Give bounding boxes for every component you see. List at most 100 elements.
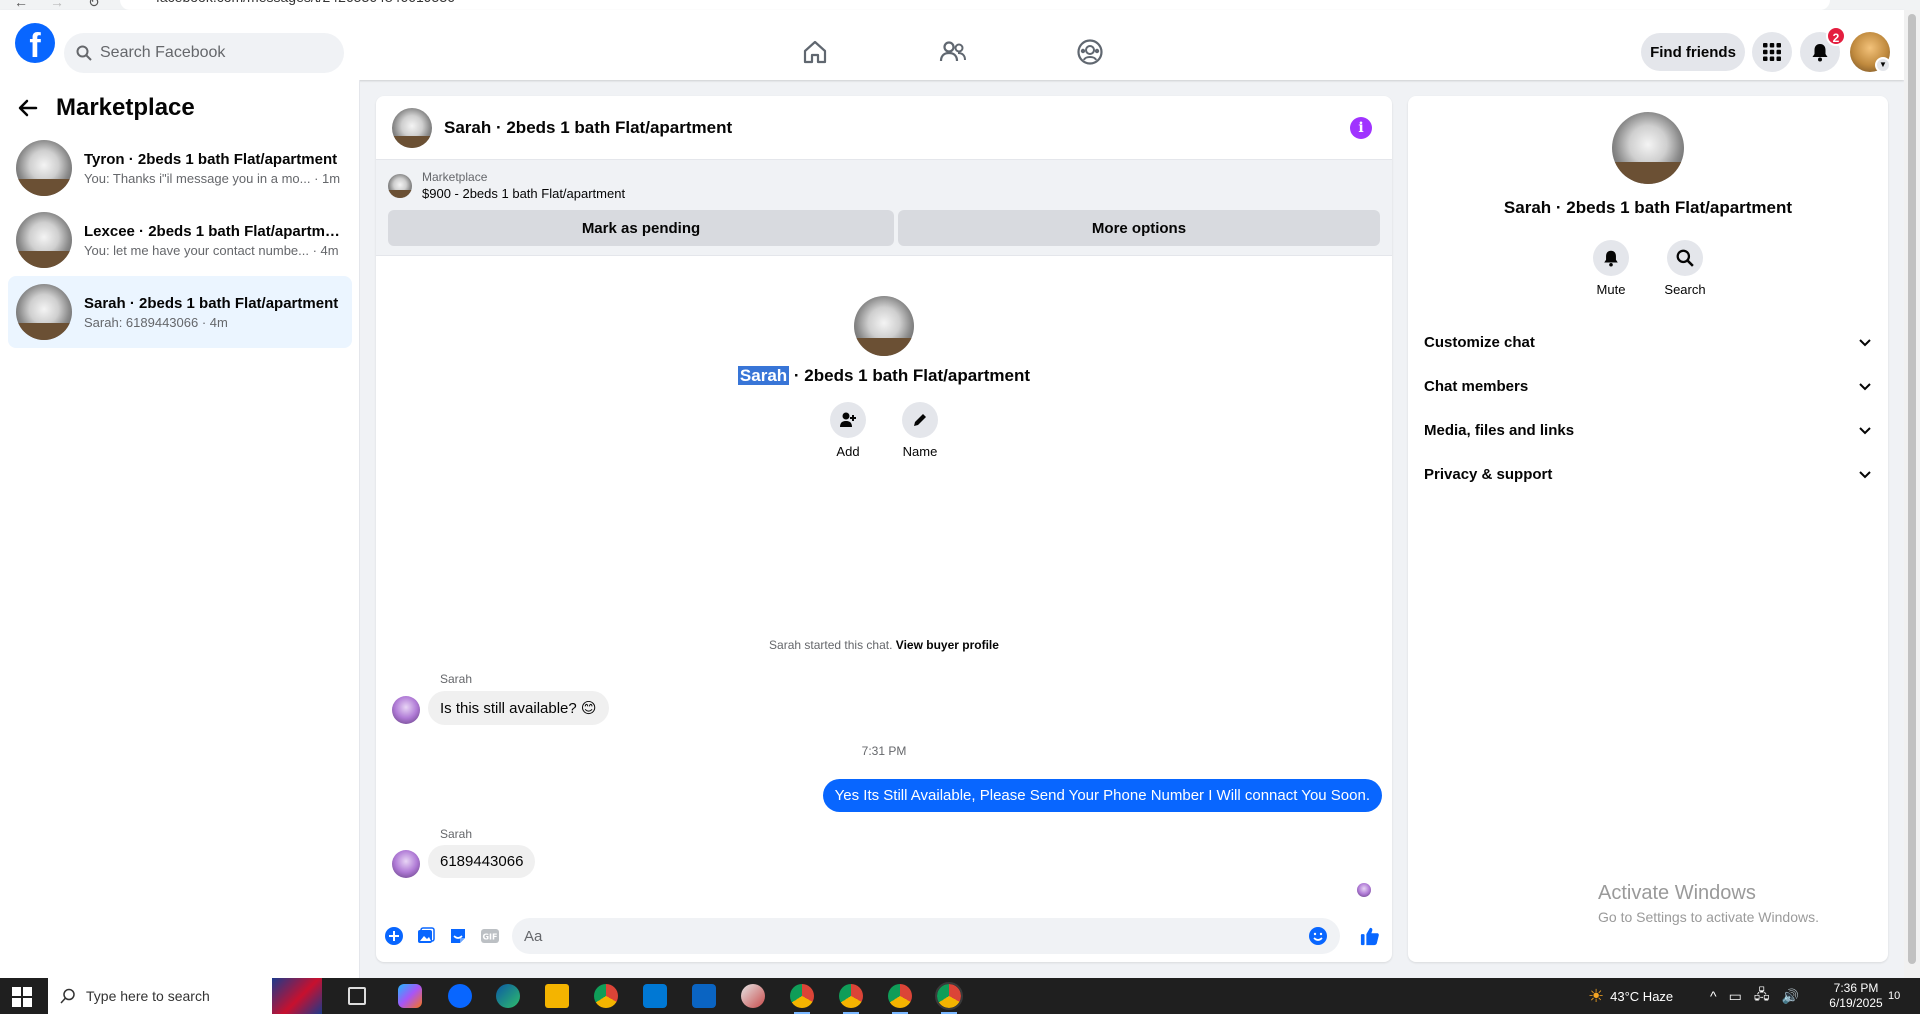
- chat-profile-summary: Sarah · 2beds 1 bath Flat/apartment Add …: [376, 296, 1392, 459]
- taskbar-search[interactable]: Type here to search: [48, 978, 272, 1014]
- groups-icon[interactable]: [1070, 32, 1110, 72]
- listing-thumbnail: [388, 173, 412, 198]
- message-bubble-incoming[interactable]: 6189443066: [428, 845, 536, 878]
- edit-name-button[interactable]: Name: [902, 402, 938, 459]
- sidebar-header: Marketplace: [18, 94, 195, 122]
- message-composer: GIF: [376, 908, 1392, 962]
- back-arrow-icon[interactable]: [18, 98, 38, 118]
- app-icon[interactable]: [741, 984, 765, 1008]
- section-privacy-support[interactable]: Privacy & support: [1424, 452, 1872, 496]
- chat-avatar[interactable]: [392, 107, 432, 148]
- sender-name: Sarah: [440, 827, 473, 841]
- weather-widget[interactable]: ☀ 43°C Haze: [1588, 978, 1673, 1014]
- notification-center-icon[interactable]: 10: [1888, 978, 1900, 1014]
- chrome-profile-icon[interactable]: [888, 984, 912, 1014]
- page-scrollbar[interactable]: [1904, 10, 1920, 978]
- chevron-down-icon: [1859, 471, 1871, 479]
- mark-as-pending-button[interactable]: Mark as pending: [388, 210, 894, 246]
- sidebar-title: Marketplace: [56, 94, 195, 121]
- sticker-icon[interactable]: [448, 926, 468, 946]
- conversation-title: Sarah · 2beds 1 bath Flat/apartment: [84, 294, 339, 312]
- pencil-icon: [914, 414, 926, 426]
- chat-details-panel: Sarah · 2beds 1 bath Flat/apartment Mute…: [1408, 96, 1888, 962]
- sender-avatar[interactable]: [392, 850, 420, 878]
- conversation-title: Lexcee · 2beds 1 bath Flat/apartme...: [84, 222, 344, 240]
- facebook-header: f Find friends 2 ▼: [0, 10, 1904, 80]
- thumbs-up-icon[interactable]: [1360, 926, 1380, 946]
- view-buyer-profile-link[interactable]: View buyer profile: [896, 638, 999, 652]
- seen-indicator-avatar: [1357, 883, 1371, 897]
- chat-header: Sarah · 2beds 1 bath Flat/apartment: [376, 96, 1392, 160]
- section-media-files-links[interactable]: Media, files and links: [1424, 408, 1872, 452]
- conversation-item-sarah[interactable]: Sarah · 2beds 1 bath Flat/apartment Sara…: [8, 276, 352, 348]
- friends-icon[interactable]: [933, 32, 973, 72]
- chevron-down-icon[interactable]: ▼: [1875, 57, 1891, 73]
- details-name: Sarah · 2beds 1 bath Flat/apartment: [1503, 198, 1793, 217]
- plus-circle-icon[interactable]: [384, 926, 404, 946]
- edge-icon[interactable]: [496, 984, 520, 1008]
- search-input[interactable]: [100, 44, 320, 62]
- microsoft-store-icon[interactable]: [643, 984, 667, 1008]
- conversation-item-tyron[interactable]: Tyron · 2beds 1 bath Flat/apartment You:…: [8, 132, 352, 204]
- chrome-profile-icon[interactable]: [839, 984, 863, 1014]
- reload-icon[interactable]: ↻: [88, 0, 100, 10]
- mute-button[interactable]: Mute: [1591, 240, 1631, 297]
- windows-start-icon[interactable]: [12, 987, 32, 1007]
- volume-icon[interactable]: 🔊: [1781, 988, 1798, 1005]
- section-customize-chat[interactable]: Customize chat: [1424, 320, 1872, 364]
- bell-icon: [1604, 250, 1618, 267]
- add-person-button[interactable]: Add: [830, 402, 866, 459]
- conversation-preview: You: Thanks i"il message you in a mo... …: [84, 170, 341, 186]
- back-icon[interactable]: ←: [14, 0, 28, 10]
- outlook-icon[interactable]: [692, 984, 716, 1008]
- news-widget-icon[interactable]: [272, 978, 322, 1014]
- task-view-icon[interactable]: [348, 987, 366, 1005]
- search-box[interactable]: [64, 33, 344, 73]
- mute-label: Mute: [1596, 282, 1626, 297]
- weather-icon: ☀: [1588, 985, 1605, 1006]
- chevron-up-icon[interactable]: ^: [1710, 988, 1717, 1004]
- message-input[interactable]: [512, 918, 1340, 954]
- find-friends-button[interactable]: Find friends: [1641, 33, 1745, 71]
- search-icon: [76, 45, 92, 61]
- svg-text:GIF: GIF: [482, 933, 497, 942]
- add-label: Add: [836, 444, 860, 459]
- info-icon[interactable]: i: [1350, 117, 1372, 139]
- conversation-item-lexcee[interactable]: Lexcee · 2beds 1 bath Flat/apartme... Yo…: [8, 204, 352, 276]
- details-avatar[interactable]: [1612, 112, 1684, 184]
- taskbar-clock[interactable]: 7:36 PM 6/19/2025: [1824, 981, 1888, 1011]
- conversation-preview: Sarah: 6189443066 · 4m: [84, 314, 228, 330]
- search-icon: [60, 988, 75, 1004]
- chrome-icon[interactable]: [594, 984, 618, 1008]
- forward-icon[interactable]: →: [50, 0, 64, 10]
- facebook-logo-icon[interactable]: f: [15, 23, 55, 63]
- chrome-profile-icon[interactable]: [935, 982, 963, 1014]
- gif-icon[interactable]: GIF: [480, 926, 500, 946]
- file-explorer-icon[interactable]: [545, 984, 569, 1008]
- photo-icon[interactable]: [416, 926, 436, 946]
- network-icon[interactable]: 🖧: [1754, 984, 1770, 1008]
- listing-price-title: $900 - 2beds 1 bath Flat/apartment: [422, 186, 626, 201]
- message-bubble-incoming[interactable]: Is this still available? 😊: [428, 691, 609, 725]
- emoji-icon[interactable]: [1308, 926, 1328, 946]
- address-bar[interactable]: facebook.com/messages/t/2426536484661953…: [120, 0, 1830, 10]
- meet-icon[interactable]: ▭: [1729, 988, 1742, 1005]
- chat-started-notice: Sarah started this chat. View buyer prof…: [769, 638, 999, 652]
- chat-title[interactable]: Sarah · 2beds 1 bath Flat/apartment: [444, 118, 732, 138]
- windows-activation-watermark: Activate Windows Go to Settings to activ…: [1598, 882, 1819, 925]
- chrome-profile-icon[interactable]: [790, 984, 814, 1014]
- facebook-app-icon[interactable]: [448, 984, 472, 1008]
- menu-grid-icon[interactable]: [1752, 32, 1792, 72]
- message-bubble-outgoing[interactable]: Yes Its Still Available, Please Send You…: [822, 779, 1382, 812]
- listing-thumbnail: [16, 284, 72, 340]
- listing-thumbnail: [16, 212, 72, 268]
- section-chat-members[interactable]: Chat members: [1424, 364, 1872, 408]
- listing-info[interactable]: Marketplace $900 - 2beds 1 bath Flat/apa…: [388, 170, 625, 201]
- more-options-button[interactable]: More options: [898, 210, 1380, 246]
- copilot-icon[interactable]: [398, 984, 422, 1008]
- search-chat-button[interactable]: Search: [1664, 240, 1706, 297]
- notification-badge: 2: [1826, 26, 1846, 46]
- message-timestamp: 7:31 PM: [861, 744, 907, 758]
- sender-avatar[interactable]: [392, 696, 420, 724]
- home-icon[interactable]: [795, 32, 835, 72]
